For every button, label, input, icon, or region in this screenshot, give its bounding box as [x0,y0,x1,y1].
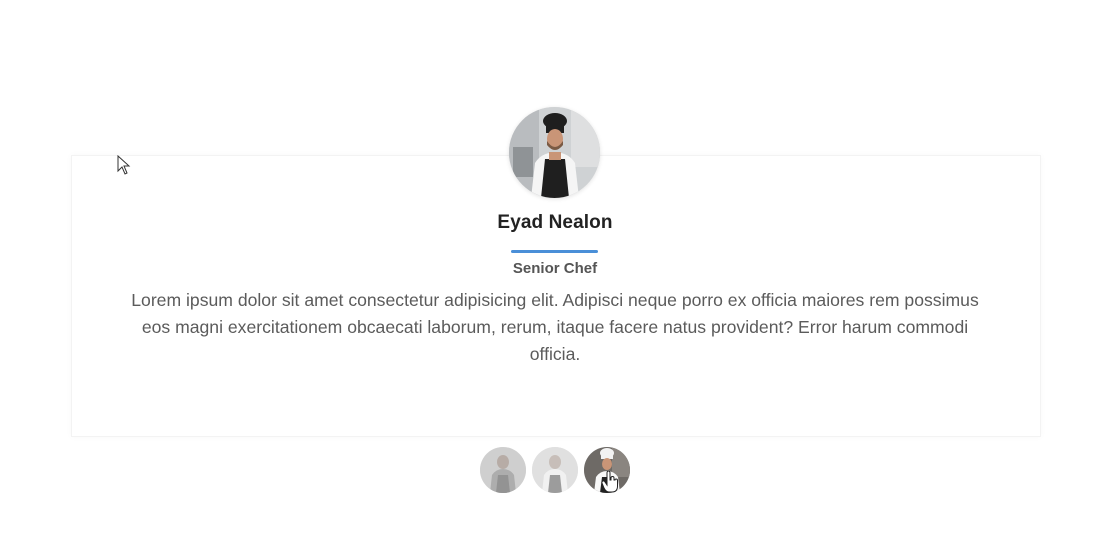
testimonial-quote: Lorem ipsum dolor sit amet consectetur a… [131,290,979,364]
thumbnail-1[interactable] [480,447,526,493]
person-role: Senior Chef [512,260,598,277]
hand-pointer-icon [601,471,618,493]
chef-photo-icon [509,107,600,198]
name-underline-divider [511,250,598,253]
thumbnail-2[interactable] [532,447,578,493]
person-photo-icon [480,447,526,493]
mouse-pointer-icon [117,155,131,175]
chef-avatar [509,107,600,198]
person-photo-icon [532,447,578,493]
testimonial-section: Eyad Nealon Senior Chef Lorem ipsum dolo… [0,0,1120,550]
person-name: Eyad Nealon [497,212,613,233]
